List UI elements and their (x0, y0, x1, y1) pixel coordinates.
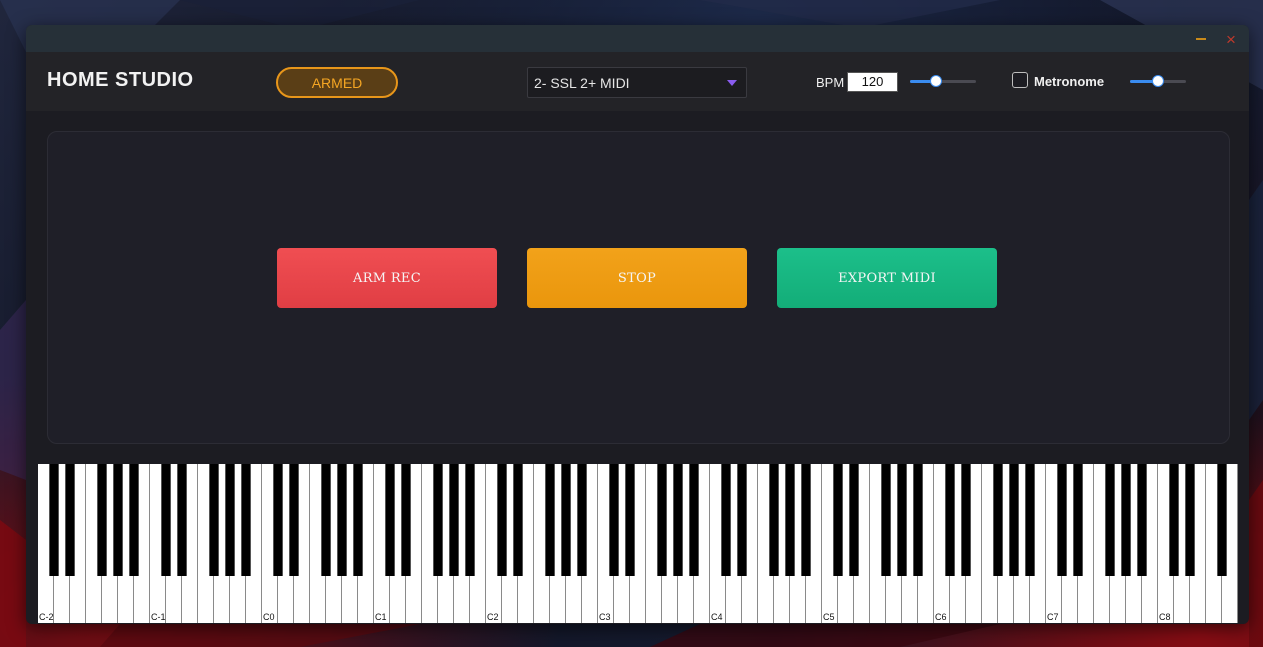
black-key[interactable] (225, 464, 235, 576)
close-icon: × (1226, 29, 1236, 49)
black-key[interactable] (993, 464, 1003, 576)
black-key[interactable] (625, 464, 635, 576)
black-key[interactable] (161, 464, 171, 576)
black-key[interactable] (849, 464, 859, 576)
octave-label: C5 (823, 612, 835, 622)
stop-button[interactable]: STOP (527, 248, 747, 308)
black-key[interactable] (545, 464, 555, 576)
black-key[interactable] (321, 464, 331, 576)
black-key[interactable] (577, 464, 587, 576)
black-key[interactable] (1009, 464, 1019, 576)
black-key[interactable] (689, 464, 699, 576)
black-key[interactable] (961, 464, 971, 576)
black-key[interactable] (241, 464, 251, 576)
bpm-label: BPM (816, 75, 845, 90)
metronome-slider-handle[interactable] (1152, 75, 1164, 87)
midi-device-value: 2- SSL 2+ MIDI (534, 75, 630, 91)
black-key[interactable] (1073, 464, 1083, 576)
black-key[interactable] (1217, 464, 1227, 576)
black-key[interactable] (65, 464, 75, 576)
black-key[interactable] (97, 464, 107, 576)
octave-label: C4 (711, 612, 723, 622)
black-key[interactable] (289, 464, 299, 576)
octave-label: C8 (1159, 612, 1171, 622)
black-key[interactable] (1105, 464, 1115, 576)
black-key[interactable] (433, 464, 443, 576)
black-key[interactable] (1137, 464, 1147, 576)
black-key[interactable] (609, 464, 619, 576)
octave-label: C1 (375, 612, 387, 622)
black-key[interactable] (1025, 464, 1035, 576)
black-key[interactable] (49, 464, 59, 576)
octave-label: C-1 (151, 612, 166, 622)
close-button[interactable]: × (1222, 30, 1240, 48)
black-key[interactable] (833, 464, 843, 576)
black-key[interactable] (1057, 464, 1067, 576)
minimize-button[interactable] (1192, 30, 1210, 48)
black-key[interactable] (353, 464, 363, 576)
black-key[interactable] (721, 464, 731, 576)
black-key[interactable] (673, 464, 683, 576)
transport-panel: ARM REC STOP EXPORT MIDI (47, 131, 1230, 444)
black-key[interactable] (897, 464, 907, 576)
metronome-volume-slider[interactable] (1130, 73, 1186, 89)
bpm-input[interactable]: 120 (847, 72, 898, 92)
export-midi-button[interactable]: EXPORT MIDI (777, 248, 997, 308)
black-key[interactable] (401, 464, 411, 576)
app-title: HOME STUDIO (47, 69, 194, 91)
octave-label: C0 (263, 612, 275, 622)
arm-rec-button[interactable]: ARM REC (277, 248, 497, 308)
black-key[interactable] (785, 464, 795, 576)
black-key[interactable] (737, 464, 747, 576)
black-key[interactable] (561, 464, 571, 576)
black-key[interactable] (273, 464, 283, 576)
black-key[interactable] (881, 464, 891, 576)
black-key[interactable] (513, 464, 523, 576)
black-key[interactable] (209, 464, 219, 576)
metronome-label: Metronome (1034, 74, 1105, 89)
black-key[interactable] (1169, 464, 1179, 576)
metronome-checkbox[interactable] (1012, 72, 1028, 88)
black-key[interactable] (497, 464, 507, 576)
octave-label: C-2 (39, 612, 54, 622)
armed-status-badge: ARMED (276, 67, 398, 98)
octave-label: C6 (935, 612, 947, 622)
black-key[interactable] (769, 464, 779, 576)
black-key[interactable] (337, 464, 347, 576)
black-key[interactable] (657, 464, 667, 576)
octave-label: C2 (487, 612, 499, 622)
black-key[interactable] (465, 464, 475, 576)
black-key[interactable] (1185, 464, 1195, 576)
black-key[interactable] (913, 464, 923, 576)
black-key[interactable] (385, 464, 395, 576)
black-key[interactable] (945, 464, 955, 576)
black-key[interactable] (113, 464, 123, 576)
octave-label: C3 (599, 612, 611, 622)
black-key[interactable] (177, 464, 187, 576)
chevron-down-icon (727, 80, 737, 86)
bpm-slider[interactable] (910, 73, 976, 89)
black-key[interactable] (129, 464, 139, 576)
midi-device-select[interactable]: 2- SSL 2+ MIDI (527, 67, 747, 98)
bpm-slider-handle[interactable] (930, 75, 942, 87)
black-key[interactable] (449, 464, 459, 576)
black-key[interactable] (801, 464, 811, 576)
minimize-icon (1196, 38, 1206, 40)
piano-keyboard[interactable]: C-2 C-1 C0 C1 C2 C3 C4 C5 C6 C7 C8 (38, 464, 1238, 623)
octave-label: C7 (1047, 612, 1059, 622)
title-bar[interactable]: × (26, 25, 1249, 52)
black-key[interactable] (1121, 464, 1131, 576)
